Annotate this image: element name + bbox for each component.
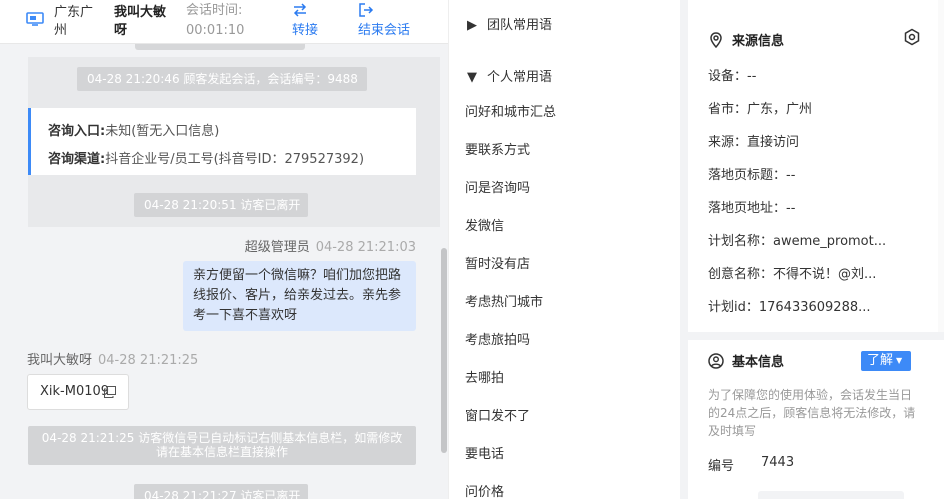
system-message: 04-28 21:21:25 访客微信号已自动标记右侧基本信息栏，如需修改请在基… (28, 426, 416, 465)
source-plan-name: 计划名称：aweme_promot... (708, 234, 887, 249)
personal-phrases-group[interactable]: ▼ 个人常用语 (467, 66, 552, 85)
phrase-item[interactable]: 去哪拍 (465, 370, 504, 388)
copy-icon[interactable] (104, 386, 116, 398)
section-divider (688, 332, 944, 340)
visitor-id-value: 7443 (761, 455, 795, 470)
settings-hexagon-icon[interactable] (903, 28, 921, 46)
source-info-label: 来源信息 (732, 34, 785, 49)
transfer-label: 转接 (292, 23, 319, 38)
source-info-title: 来源信息 (708, 30, 784, 49)
system-message: 04-28 21:21:27 访客已离开 (134, 484, 308, 499)
panel-divider (680, 0, 688, 499)
user-circle-icon (708, 353, 724, 369)
basic-info-label: 基本信息 (732, 355, 785, 370)
caret-down-icon: ▼ (467, 70, 477, 85)
visitor-location: 广东广州 (54, 5, 94, 38)
transfer-button[interactable]: 转接 (292, 0, 332, 44)
system-message: 04-28 21:20:51 访客已离开 (134, 193, 308, 217)
phrase-item[interactable]: 问是咨询吗 (465, 180, 530, 198)
agent-time: 04-28 21:21:03 (315, 240, 416, 255)
visitor-name-label: 我叫大敏呀 (27, 353, 93, 368)
consult-channel: 咨询渠道:抖音企业号/员工号(抖音号ID：279527392) (48, 152, 365, 167)
chat-scrollbar[interactable] (441, 248, 447, 453)
learn-more-label: 了解 (867, 353, 894, 368)
exit-icon (359, 3, 374, 17)
chat-header: 广东广州 我叫大敏呀 会话时间: 00:01:10 转接 结束会话 (0, 0, 448, 44)
visitor-id-label: 编号 (708, 459, 735, 474)
visitor-name: 我叫大敏呀 (114, 5, 167, 38)
visitor-info-panel: 来源信息 设备：-- 省市：广东，广州 来源：直接访问 落地页标题：-- 落地页… (688, 0, 944, 499)
phrase-item[interactable]: 暂时没有店 (465, 256, 530, 274)
location-pin-icon (710, 32, 722, 48)
source-device: 设备：-- (708, 69, 757, 84)
phrase-item[interactable]: 考虑热门城市 (465, 294, 543, 312)
agent-message-bubble: 亲方便留一个微信嘛？咱们加您把路线报价、客片，给亲发过去。亲先参考一下喜不喜欢呀 (183, 261, 416, 331)
right-panel-scrollbar[interactable] (938, 0, 944, 332)
visitor-message-text: Xik-M0109 (40, 384, 110, 399)
chat-messages[interactable]: 04-28 21:20:46 顾客发起会话，会话编号：9488 咨询入口:未知(… (0, 44, 448, 499)
source-channel: 来源：直接访问 (708, 135, 800, 150)
team-phrases-label: 团队常用语 (487, 18, 553, 33)
phrase-item[interactable]: 要电话 (465, 446, 504, 464)
system-message: 04-28 21:20:46 顾客发起会话，会话编号：9488 (77, 67, 367, 91)
source-plan-id: 计划id：176433609288... (708, 300, 871, 315)
source-landing-url: 落地页地址：-- (708, 201, 796, 216)
consult-entry: 咨询入口:未知(暂无入口信息) (48, 124, 220, 139)
basic-info-field-partial (758, 491, 904, 499)
transfer-icon (293, 3, 307, 17)
quick-phrases-panel: ▶ 团队常用语 ▼ 个人常用语 问好和城市汇总 要联系方式 问是咨询吗 发微信 暂时… (448, 0, 688, 499)
source-creative-name: 创意名称：不得不说！@刘... (708, 267, 877, 282)
system-message-partial (135, 44, 305, 50)
basic-info-note: 为了保障您的使用体验，会话发生当日的24点之后，顾客信息将无法修改，请及时填写 (708, 388, 916, 438)
learn-more-dropdown[interactable]: 了解 ▼ (861, 351, 911, 371)
visitor-message-bubble: Xik-M0109 (27, 374, 129, 410)
chat-panel: 广东广州 我叫大敏呀 会话时间: 00:01:10 转接 结束会话 04-28 … (0, 0, 448, 499)
agent-name: 超级管理员 (244, 240, 310, 255)
session-time-value: 00:01:10 (186, 23, 245, 38)
visitor-time: 04-28 21:21:25 (98, 353, 199, 368)
phrase-item[interactable]: 考虑旅拍吗 (465, 332, 530, 350)
end-chat-label: 结束会话 (358, 23, 411, 38)
phrase-item[interactable]: 问好和城市汇总 (465, 104, 556, 122)
visitor-message-meta: 我叫大敏呀 04-28 21:21:25 (27, 349, 198, 368)
source-province-city: 省市：广东，广州 (708, 102, 813, 117)
monitor-icon (26, 12, 44, 26)
phrase-item[interactable]: 要联系方式 (465, 142, 530, 160)
agent-message-meta: 超级管理员 04-28 21:21:03 (245, 236, 416, 255)
end-chat-button[interactable]: 结束会话 (358, 0, 428, 44)
session-time-label: 会话时间: (186, 3, 243, 18)
phrase-item[interactable]: 窗口发不了 (465, 408, 530, 426)
source-landing-title: 落地页标题：-- (708, 168, 796, 183)
personal-phrases-label: 个人常用语 (487, 70, 553, 85)
caret-right-icon: ▶ (467, 18, 477, 33)
phrase-item[interactable]: 发微信 (465, 218, 504, 236)
caret-down-icon: ▼ (896, 356, 903, 365)
team-phrases-group[interactable]: ▶ 团队常用语 (467, 14, 552, 33)
consult-info-card: 咨询入口:未知(暂无入口信息) 咨询渠道:抖音企业号/员工号(抖音号ID：279… (28, 108, 416, 175)
phrase-item[interactable]: 问价格 (465, 484, 504, 499)
basic-info-title: 基本信息 (708, 351, 784, 370)
